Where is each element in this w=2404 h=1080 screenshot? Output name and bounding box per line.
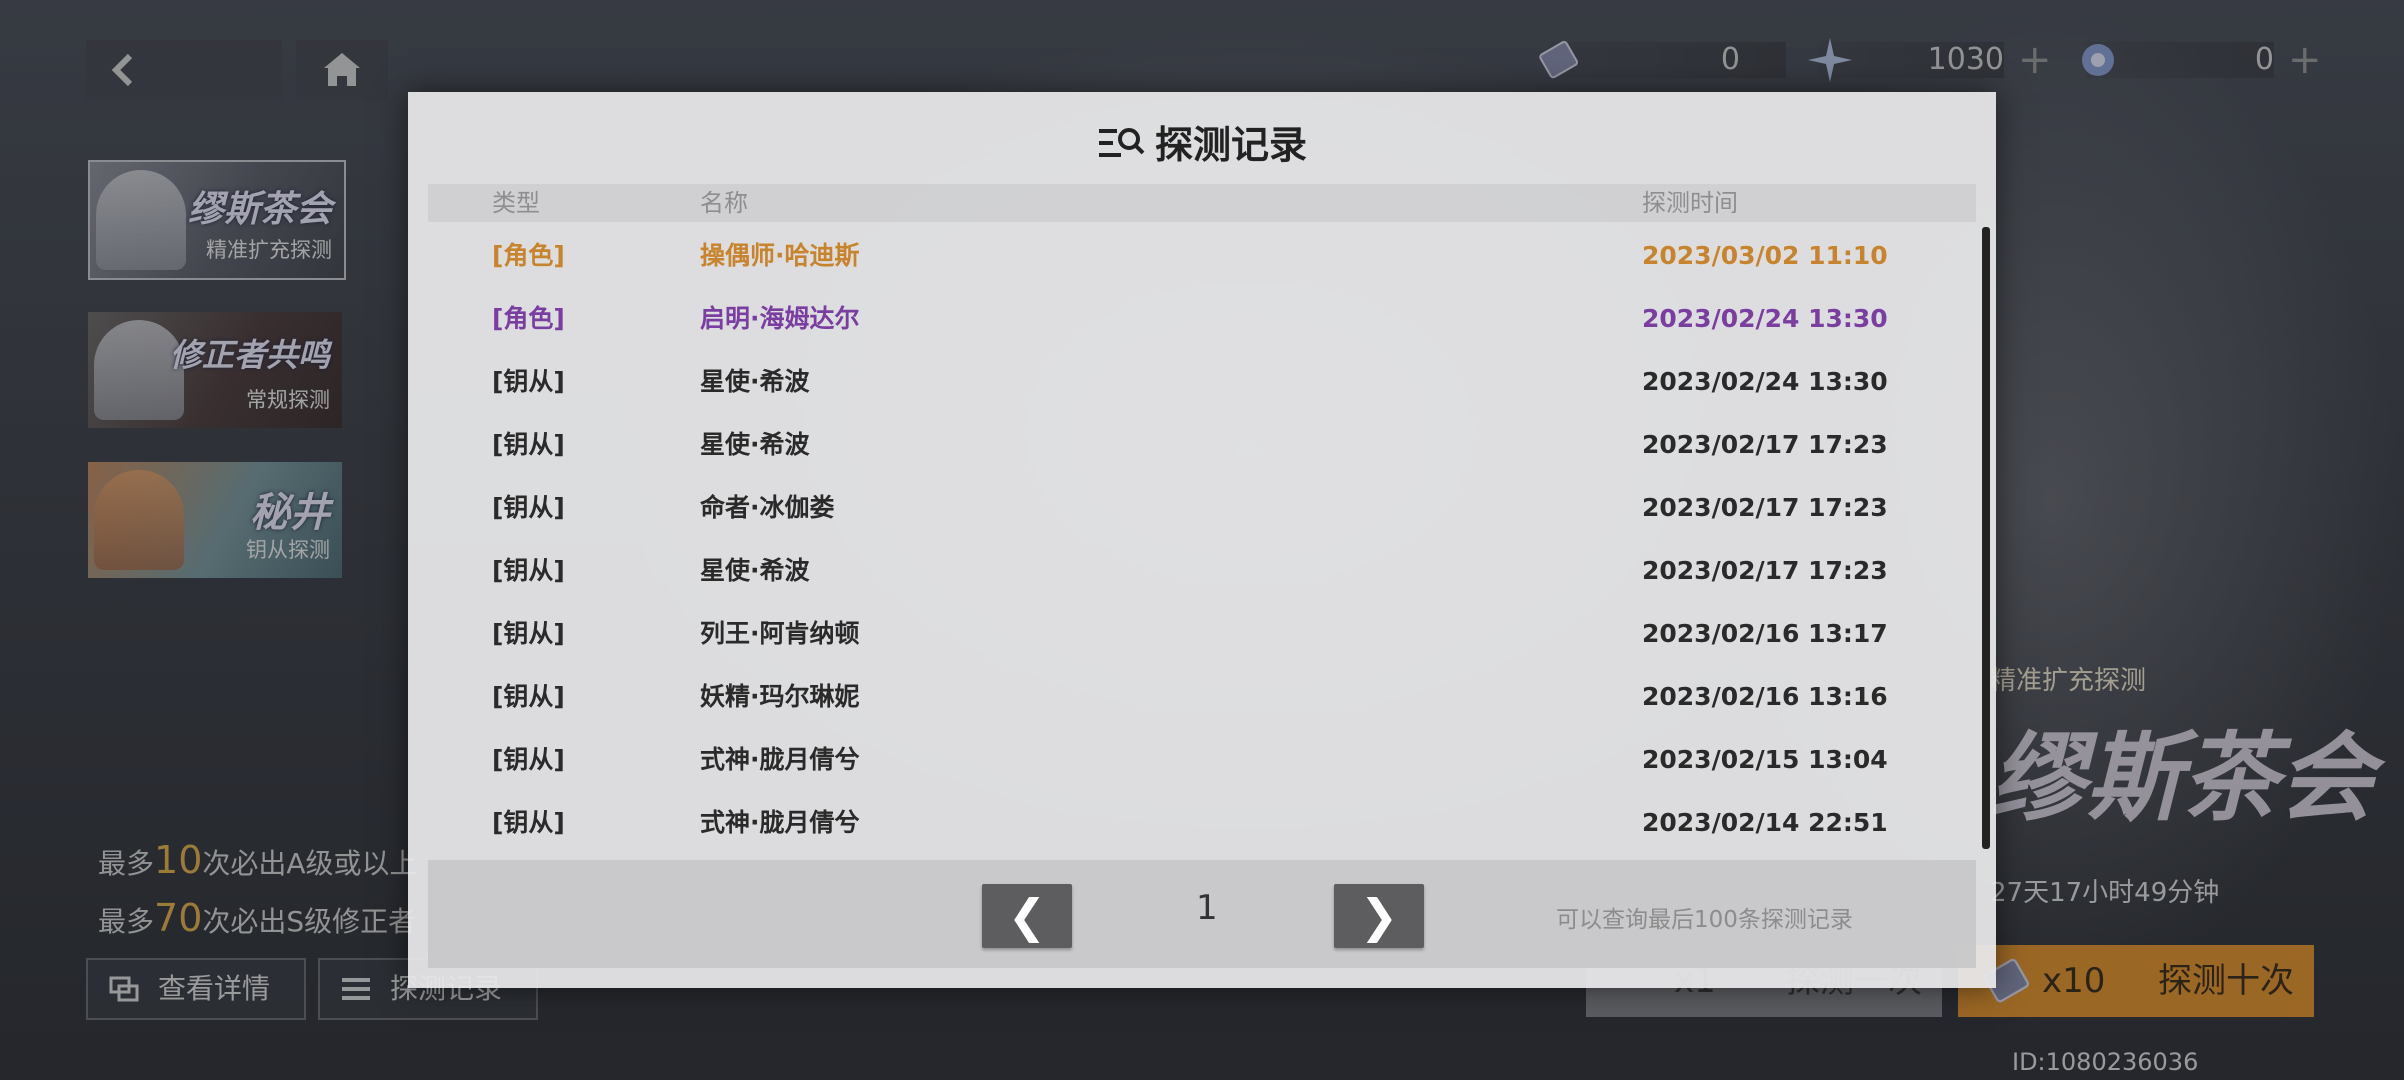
next-page-button[interactable]: ❯ <box>1334 884 1424 948</box>
header-type: 类型 <box>492 189 540 217</box>
pagination-bar: ❮ 1 ❯ 可以查询最后100条探测记录 <box>428 860 1976 968</box>
search-list-icon <box>1098 128 1145 157</box>
record-time: 2023/02/24 13:30 <box>1642 304 1888 333</box>
header-time: 探测时间 <box>1642 189 1738 217</box>
record-name: 启明·海姆达尔 <box>700 304 860 333</box>
table-row: [钥从] 列王·阿肯纳顿 2023/02/16 13:17 <box>428 602 1976 665</box>
table-header: 类型 名称 探测时间 <box>428 184 1976 222</box>
table-row: [钥从] 式神·胧月倩兮 2023/02/15 13:04 <box>428 728 1976 791</box>
record-name: 妖精·玛尔琳妮 <box>700 682 860 711</box>
record-type: [钥从] <box>492 430 565 459</box>
record-time: 2023/02/16 13:17 <box>1642 619 1888 648</box>
table-row: [钥从] 命者·冰伽娄 2023/02/17 17:23 <box>428 476 1976 539</box>
record-type: [钥从] <box>492 367 565 396</box>
record-time: 2023/02/24 13:30 <box>1642 367 1888 396</box>
scrollbar[interactable] <box>1982 227 1990 849</box>
record-time: 2023/02/14 22:51 <box>1642 808 1888 837</box>
records-list[interactable]: [角色] 操偶师·哈迪斯 2023/03/02 11:10 [角色] 启明·海姆达尔 20… <box>428 224 1976 856</box>
record-time: 2023/02/17 17:23 <box>1642 556 1888 585</box>
record-time: 2023/02/17 17:23 <box>1642 430 1888 459</box>
table-row: [角色] 操偶师·哈迪斯 2023/03/02 11:10 <box>428 224 1976 287</box>
table-row: [钥从] 星使·希波 2023/02/17 17:23 <box>428 539 1976 602</box>
record-type: [角色] <box>492 304 565 333</box>
record-time: 2023/02/17 17:23 <box>1642 493 1888 522</box>
records-limit-note: 可以查询最后100条探测记录 <box>1556 907 1853 933</box>
page-number: 1 <box>1196 888 1218 928</box>
record-name: 列王·阿肯纳顿 <box>700 619 860 648</box>
record-type: [钥从] <box>492 493 565 522</box>
record-type: [钥从] <box>492 619 565 648</box>
record-name: 星使·希波 <box>700 556 810 585</box>
records-modal: 探测记录 类型 名称 探测时间 [角色] 操偶师·哈迪斯 2023/03/02 11… <box>408 92 1996 988</box>
record-name: 命者·冰伽娄 <box>700 493 835 522</box>
record-type: [钥从] <box>492 682 565 711</box>
table-row: [角色] 启明·海姆达尔 2023/02/24 13:30 <box>428 287 1976 350</box>
prev-page-button[interactable]: ❮ <box>982 884 1072 948</box>
record-type: [钥从] <box>492 745 565 774</box>
record-name: 星使·希波 <box>700 367 810 396</box>
record-name: 操偶师·哈迪斯 <box>700 241 860 270</box>
table-row: [钥从] 式神·胧月倩兮 2023/02/14 22:51 <box>428 791 1976 854</box>
record-name: 式神·胧月倩兮 <box>700 745 860 774</box>
record-time: 2023/03/02 11:10 <box>1642 241 1888 270</box>
record-type: [钥从] <box>492 556 565 585</box>
modal-title: 探测记录 <box>408 114 1996 169</box>
record-time: 2023/02/16 13:16 <box>1642 682 1888 711</box>
record-name: 星使·希波 <box>700 430 810 459</box>
header-name: 名称 <box>700 189 748 217</box>
table-row: [钥从] 星使·希波 2023/02/17 17:23 <box>428 413 1976 476</box>
record-type: [钥从] <box>492 808 565 837</box>
record-name: 式神·胧月倩兮 <box>700 808 860 837</box>
record-type: [角色] <box>492 241 565 270</box>
table-row: [钥从] 星使·希波 2023/02/24 13:30 <box>428 350 1976 413</box>
record-time: 2023/02/15 13:04 <box>1642 745 1888 774</box>
table-row: [钥从] 妖精·玛尔琳妮 2023/02/16 13:16 <box>428 665 1976 728</box>
